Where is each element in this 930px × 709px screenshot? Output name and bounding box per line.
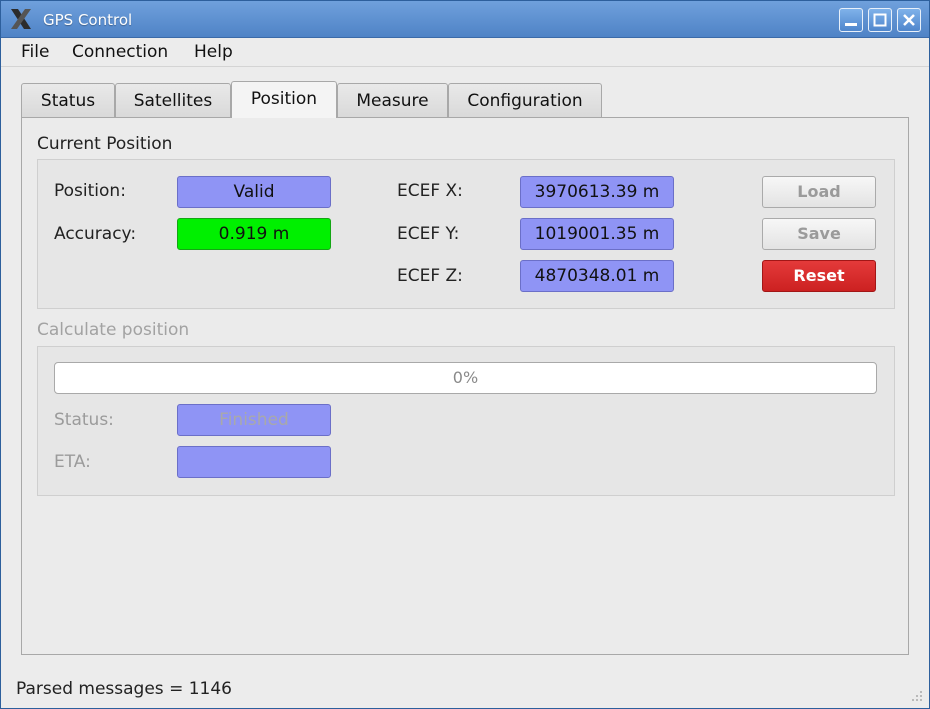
- tab-satellites[interactable]: Satellites: [115, 83, 231, 117]
- calc-status-label: Status:: [54, 410, 114, 430]
- ecef-z-value-field: 4870348.01 m: [520, 260, 674, 292]
- app-x-icon: [9, 7, 33, 31]
- eta-value-field: [177, 446, 331, 478]
- menu-connection[interactable]: Connection: [72, 42, 168, 62]
- main-window: GPS Control File Connection Help Status …: [0, 0, 930, 709]
- title-bar[interactable]: GPS Control: [1, 1, 929, 38]
- position-value-field: Valid: [177, 176, 331, 208]
- ecef-y-label: ECEF Y:: [397, 224, 460, 244]
- parsed-messages-text: Parsed messages = 1146: [16, 679, 232, 699]
- current-position-title: Current Position: [37, 134, 173, 154]
- minimize-button[interactable]: [839, 8, 863, 32]
- maximize-button[interactable]: [868, 8, 892, 32]
- status-bar: Parsed messages = 1146: [1, 671, 929, 708]
- close-icon: [903, 14, 915, 26]
- window-title: GPS Control: [43, 11, 133, 29]
- save-button[interactable]: Save: [762, 218, 876, 250]
- ecef-x-value-field: 3970613.39 m: [520, 176, 674, 208]
- position-label: Position:: [54, 181, 126, 201]
- eta-label: ETA:: [54, 452, 91, 472]
- load-button[interactable]: Load: [762, 176, 876, 208]
- calc-status-value-field: Finished: [177, 404, 331, 436]
- tab-status[interactable]: Status: [21, 83, 115, 117]
- tab-measure[interactable]: Measure: [337, 83, 448, 117]
- ecef-z-label: ECEF Z:: [397, 266, 463, 286]
- menu-bar: File Connection Help: [1, 38, 929, 67]
- maximize-icon: [873, 13, 887, 27]
- ecef-x-label: ECEF X:: [397, 181, 463, 201]
- close-button[interactable]: [897, 8, 921, 32]
- tab-configuration[interactable]: Configuration: [448, 83, 602, 117]
- accuracy-value-field: 0.919 m: [177, 218, 331, 250]
- calculate-position-title: Calculate position: [37, 320, 190, 340]
- minimize-icon: [845, 23, 857, 26]
- menu-help[interactable]: Help: [194, 42, 233, 62]
- accuracy-label: Accuracy:: [54, 224, 137, 244]
- tab-position[interactable]: Position: [231, 81, 337, 118]
- resize-grip-icon[interactable]: [909, 688, 923, 702]
- menu-file[interactable]: File: [21, 42, 49, 62]
- calculate-progress-bar: 0%: [54, 362, 877, 394]
- progress-text: 0%: [452, 368, 479, 387]
- ecef-y-value-field: 1019001.35 m: [520, 218, 674, 250]
- reset-button[interactable]: Reset: [762, 260, 876, 292]
